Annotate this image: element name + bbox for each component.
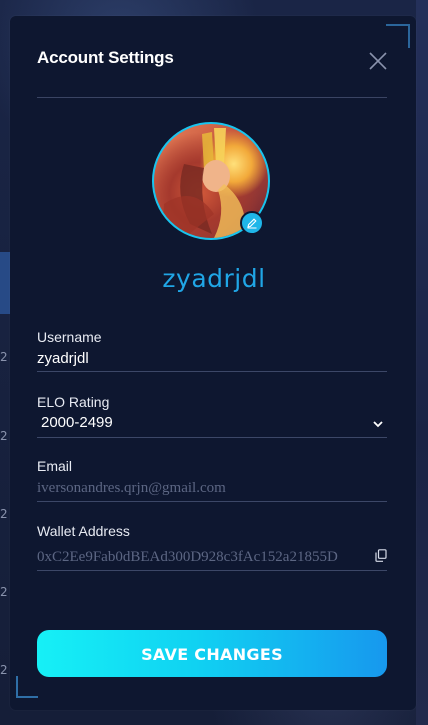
username-field: [37, 346, 387, 372]
modal-title: Account Settings: [37, 48, 174, 67]
wallet-field: [37, 545, 387, 571]
close-icon[interactable]: [368, 51, 388, 71]
background-panel-edge: [416, 0, 428, 725]
elo-label: ELO Rating: [37, 394, 110, 410]
copy-icon[interactable]: [375, 549, 387, 562]
background-row-number: 2: [0, 350, 8, 364]
pencil-icon[interactable]: [240, 211, 264, 235]
elo-selected-value: 2000-2499: [41, 414, 113, 431]
background-row-number: 2: [0, 429, 8, 443]
username-label: Username: [37, 329, 102, 345]
title-divider: [37, 97, 387, 98]
email-input[interactable]: [37, 476, 367, 500]
chevron-down-icon: [373, 421, 383, 428]
background-row-number: 2: [0, 663, 8, 677]
corner-accent-bottom-left: [16, 676, 38, 698]
display-name: zyadrjdl: [162, 264, 266, 293]
email-field: [37, 476, 387, 502]
corner-accent-top-right: [386, 24, 410, 48]
username-input[interactable]: [37, 346, 367, 370]
wallet-label: Wallet Address: [37, 523, 130, 539]
background-row-number: 2: [0, 507, 8, 521]
wallet-input[interactable]: [37, 545, 373, 569]
save-changes-button[interactable]: SAVE CHANGES: [37, 630, 387, 677]
email-label: Email: [37, 458, 73, 474]
background-row-number: 2: [0, 585, 8, 599]
elo-select[interactable]: 2000-2499: [37, 412, 387, 438]
